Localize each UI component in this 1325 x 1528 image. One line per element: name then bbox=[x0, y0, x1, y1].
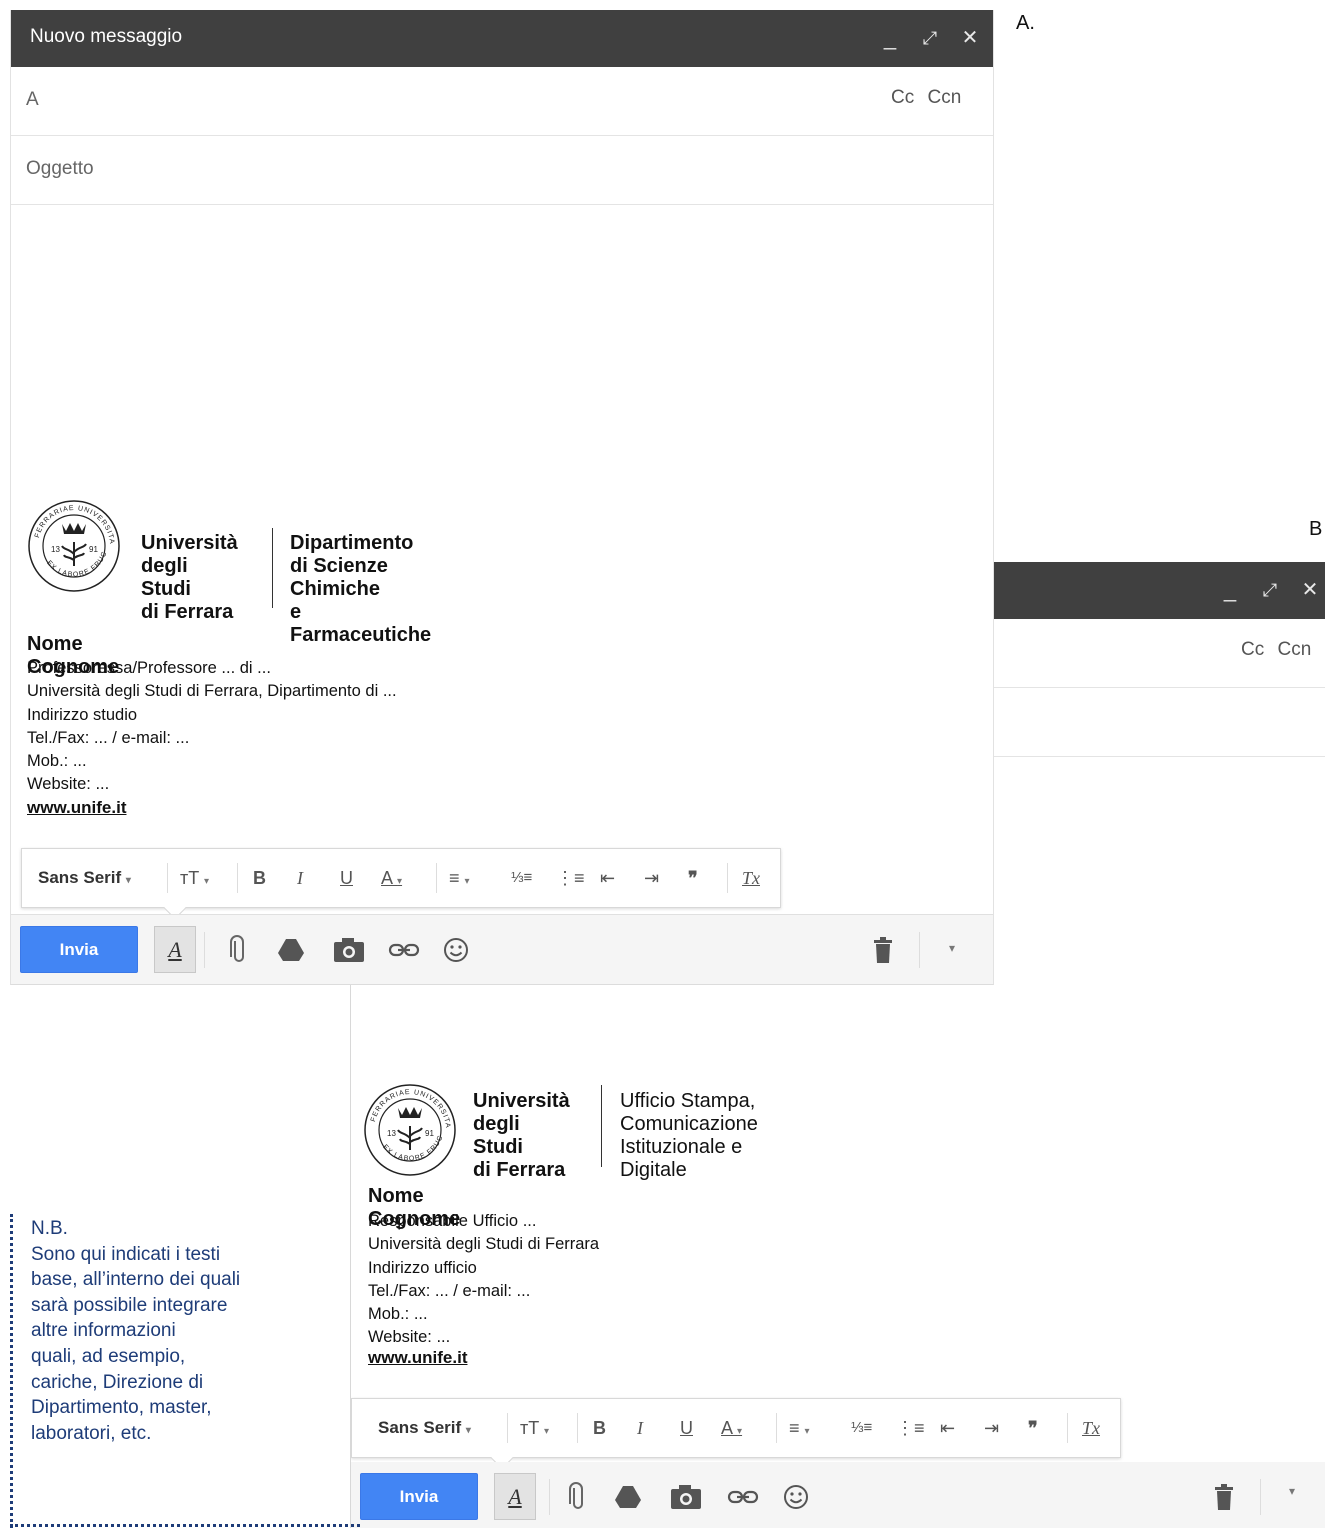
subject-row[interactable]: Oggetto bbox=[11, 136, 993, 205]
drive-icon[interactable] bbox=[276, 933, 306, 967]
compose-titlebar: Nuovo messaggio _ ⤢ ✕ bbox=[11, 10, 993, 67]
indent-more-icon[interactable]: ⇥ bbox=[644, 865, 659, 891]
minimize-icon[interactable]: _ bbox=[877, 24, 903, 52]
trash-icon[interactable] bbox=[868, 933, 898, 967]
bcc-link[interactable]: Ccn bbox=[1278, 639, 1312, 660]
send-button[interactable]: Invia bbox=[20, 926, 138, 973]
bulleted-list-icon[interactable]: ⋮≡ bbox=[556, 865, 585, 891]
person-details: Responsabile Ufficio ... Università degl… bbox=[368, 1212, 600, 1347]
photo-icon[interactable] bbox=[669, 1480, 703, 1514]
svg-text:FERRARIAE UNIVERSITAS: FERRARIAE UNIVERSITAS bbox=[26, 498, 115, 545]
to-row[interactable]: A Cc Ccn bbox=[11, 67, 993, 136]
label-b: B bbox=[1309, 518, 1323, 540]
expand-icon[interactable]: ⤢ bbox=[1257, 576, 1283, 604]
university-name: Università degli Studi di Ferrara bbox=[473, 1090, 570, 1181]
emoji-icon[interactable] bbox=[441, 933, 471, 967]
note-bottom-border bbox=[10, 1524, 360, 1527]
send-button[interactable]: Invia bbox=[360, 1473, 478, 1520]
cc-link[interactable]: Cc bbox=[1241, 639, 1264, 660]
paperclip-icon[interactable] bbox=[563, 1480, 593, 1514]
font-family-select[interactable]: Sans Serif ▾ bbox=[378, 1415, 471, 1441]
minimize-icon[interactable]: _ bbox=[1217, 576, 1243, 604]
link-icon[interactable] bbox=[726, 1480, 760, 1514]
clear-formatting-icon[interactable]: Tx bbox=[742, 865, 760, 891]
svg-text:13: 13 bbox=[51, 545, 60, 554]
label-a: A. bbox=[1016, 12, 1035, 34]
unife-seal-logo: 13 91 FERRARIAE UNIVERSITAS EX LABORE FR… bbox=[362, 1082, 456, 1176]
svg-text:91: 91 bbox=[89, 545, 98, 554]
more-options-icon[interactable]: ▾ bbox=[1289, 1484, 1295, 1498]
unife-seal-logo: 13 91 FERRARIAE UNIVERSITAS EX LABORE FR… bbox=[26, 498, 120, 592]
office-name: Ufficio Stampa, Comunicazione Istituzion… bbox=[620, 1090, 758, 1181]
italic-icon[interactable]: I bbox=[637, 1415, 643, 1441]
compose-window-a: Nuovo messaggio _ ⤢ ✕ A Cc Ccn Oggetto 1… bbox=[10, 10, 994, 985]
bold-icon[interactable]: B bbox=[253, 865, 266, 891]
emoji-icon[interactable] bbox=[781, 1480, 811, 1514]
signature-divider bbox=[601, 1085, 602, 1167]
quote-icon[interactable]: ❞ bbox=[688, 865, 698, 891]
website-link[interactable]: www.unife.it bbox=[27, 798, 126, 818]
align-icon[interactable]: ≡ ▾ bbox=[789, 1415, 810, 1441]
italic-icon[interactable]: I bbox=[297, 865, 303, 891]
indent-less-icon[interactable]: ⇤ bbox=[600, 865, 615, 891]
quote-icon[interactable]: ❞ bbox=[1028, 1415, 1038, 1441]
photo-icon[interactable] bbox=[332, 933, 366, 967]
link-icon[interactable] bbox=[387, 933, 421, 967]
font-size-icon[interactable]: ᴛT ▾ bbox=[520, 1415, 549, 1441]
more-options-icon[interactable]: ▾ bbox=[949, 941, 955, 955]
to-field-label: A bbox=[26, 89, 39, 110]
note-text: N.B. Sono qui indicati i testi base, all… bbox=[31, 1218, 241, 1444]
note-border bbox=[10, 1214, 13, 1528]
svg-text:13: 13 bbox=[387, 1129, 396, 1138]
paperclip-icon[interactable] bbox=[224, 933, 254, 967]
indent-less-icon[interactable]: ⇤ bbox=[940, 1415, 955, 1441]
expand-icon[interactable]: ⤢ bbox=[917, 24, 943, 52]
underline-icon[interactable]: U bbox=[340, 865, 353, 891]
close-icon[interactable]: ✕ bbox=[957, 24, 983, 52]
cc-links: Cc Ccn bbox=[1233, 639, 1311, 661]
action-bar: Invia A ▾ bbox=[351, 1462, 1325, 1528]
align-icon[interactable]: ≡ ▾ bbox=[449, 865, 470, 891]
person-details: Professoressa/Professore ... di ... Univ… bbox=[27, 659, 397, 794]
indent-more-icon[interactable]: ⇥ bbox=[984, 1415, 999, 1441]
bold-icon[interactable]: B bbox=[593, 1415, 606, 1441]
formatting-toggle-button[interactable]: A bbox=[494, 1473, 536, 1520]
bulleted-list-icon[interactable]: ⋮≡ bbox=[896, 1415, 925, 1441]
formatting-toggle-button[interactable]: A bbox=[154, 926, 196, 973]
trash-icon[interactable] bbox=[1209, 1480, 1239, 1514]
action-bar: Invia A ▾ bbox=[11, 914, 993, 984]
svg-text:91: 91 bbox=[425, 1129, 434, 1138]
compose-title: Nuovo messaggio bbox=[30, 26, 183, 47]
font-size-icon[interactable]: ᴛT ▾ bbox=[180, 865, 209, 891]
signature-divider bbox=[272, 528, 273, 608]
website-link[interactable]: www.unife.it bbox=[368, 1348, 467, 1368]
cc-link[interactable]: Cc bbox=[891, 87, 914, 108]
text-color-icon[interactable]: A ▾ bbox=[721, 1415, 742, 1441]
numbered-list-icon[interactable]: ⅓≡ bbox=[511, 865, 532, 891]
drive-icon[interactable] bbox=[613, 1480, 643, 1514]
subject-field[interactable]: Oggetto bbox=[26, 158, 94, 180]
formatting-toolbar: Sans Serif ▾ ᴛT ▾ B I U A ▾ ≡ ▾ ⅓≡ ⋮≡ ⇤ … bbox=[351, 1398, 1121, 1470]
numbered-list-icon[interactable]: ⅓≡ bbox=[851, 1415, 872, 1441]
cc-links: Cc Ccn bbox=[883, 87, 961, 109]
formatting-toolbar: Sans Serif ▾ ᴛT ▾ B I U A ▾ ≡ ▾ ⅓≡ ⋮≡ ⇤ … bbox=[21, 848, 781, 920]
bcc-link[interactable]: Ccn bbox=[928, 87, 962, 108]
department-name: Dipartimento di Scienze Chimiche e Farma… bbox=[290, 532, 432, 646]
text-color-icon[interactable]: A ▾ bbox=[381, 865, 402, 891]
university-name: Università degli Studi di Ferrara bbox=[141, 532, 238, 623]
underline-icon[interactable]: U bbox=[680, 1415, 693, 1441]
close-icon[interactable]: ✕ bbox=[1297, 576, 1323, 604]
svg-text:FERRARIAE UNIVERSITAS: FERRARIAE UNIVERSITAS bbox=[362, 1082, 451, 1129]
font-family-select[interactable]: Sans Serif ▾ bbox=[38, 865, 131, 891]
clear-formatting-icon[interactable]: Tx bbox=[1082, 1415, 1100, 1441]
